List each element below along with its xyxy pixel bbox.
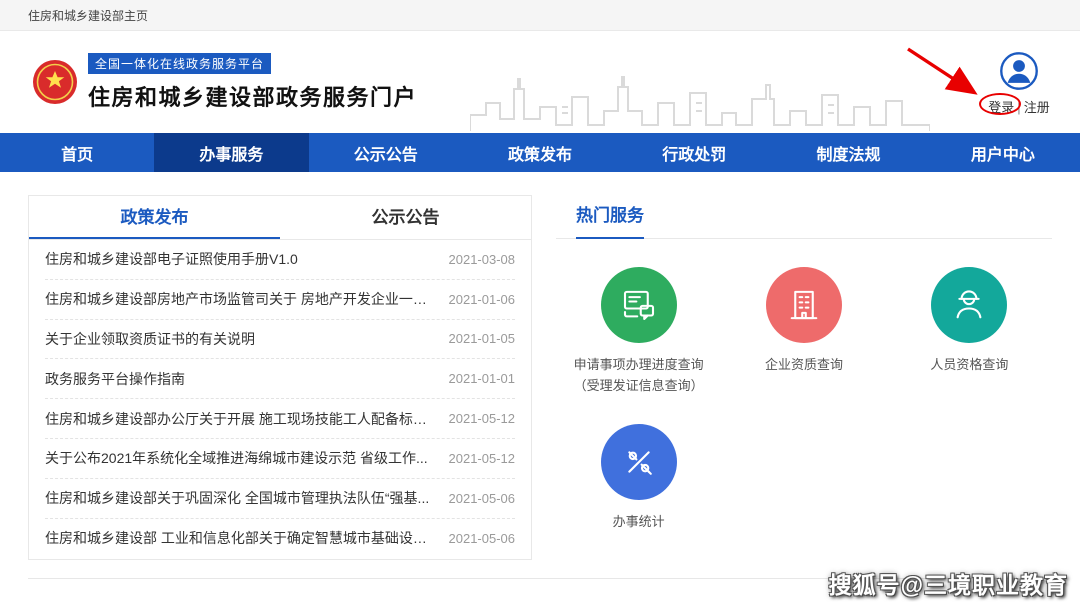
news-title: 住房和城乡建设部房地产市场监管司关于 房地产开发企业一级... [45, 289, 435, 309]
news-date: 2021-05-06 [449, 531, 516, 546]
services-grid: 申请事项办理进度查询 （受理发证信息查询） 企业资质查询 [556, 239, 1052, 532]
top-utility-bar: 住房和城乡建设部主页 [0, 0, 1080, 31]
hot-services-panel: 热门服务 申请事项办理进度查询 （受理发证信息查询） [556, 195, 1052, 560]
nav-item-regulations[interactable]: 制度法规 [771, 133, 925, 172]
tab-policy-release[interactable]: 政策发布 [29, 196, 280, 239]
login-link[interactable]: 登录 [988, 100, 1014, 115]
site-title-block: 全国一体化在线政务服务平台 住房和城乡建设部政务服务门户 [88, 53, 417, 112]
news-title: 住房和城乡建设部电子证照使用手册V1.0 [45, 249, 435, 269]
nav-item-home[interactable]: 首页 [0, 133, 154, 172]
enterprise-qualification-icon [766, 267, 842, 343]
auth-divider: | [1017, 100, 1020, 115]
tab-public-notice[interactable]: 公示公告 [280, 196, 531, 239]
main-nav: 首页 办事服务 公示公告 政策发布 行政处罚 制度法规 用户中心 [0, 133, 1080, 172]
news-title: 住房和城乡建设部办公厅关于开展 施工现场技能工人配备标准... [45, 409, 435, 429]
progress-query-icon [601, 267, 677, 343]
news-list: 住房和城乡建设部电子证照使用手册V1.0 2021-03-08 住房和城乡建设部… [29, 240, 531, 558]
news-title: 关于公布2021年系统化全域推进海绵城市建设示范 省级工作... [45, 448, 435, 468]
news-list-item[interactable]: 住房和城乡建设部办公厅关于开展 施工现场技能工人配备标准... 2021-05-… [45, 399, 515, 439]
news-date: 2021-01-05 [449, 331, 516, 346]
statistics-icon [601, 424, 677, 500]
news-list-item[interactable]: 关于企业领取资质证书的有关说明 2021-01-05 [45, 320, 515, 360]
national-emblem-logo [32, 59, 78, 105]
main-content: 政策发布 公示公告 住房和城乡建设部电子证照使用手册V1.0 2021-03-0… [0, 172, 1080, 560]
nav-item-user-center[interactable]: 用户中心 [926, 133, 1080, 172]
news-title: 政务服务平台操作指南 [45, 369, 435, 389]
news-date: 2021-05-12 [449, 411, 516, 426]
news-list-item[interactable]: 政务服务平台操作指南 2021-01-01 [45, 359, 515, 399]
news-list-item[interactable]: 关于公布2021年系统化全域推进海绵城市建设示范 省级工作... 2021-05… [45, 439, 515, 479]
news-title: 住房和城乡建设部关于巩固深化 全国城市管理执法队伍“强基... [45, 488, 435, 508]
service-label: 人员资格查询 [930, 355, 1008, 375]
user-avatar-icon[interactable] [999, 51, 1039, 91]
service-label: 申请事项办理进度查询 [574, 355, 704, 375]
service-sublabel: （受理发证信息查询） [574, 375, 704, 394]
news-list-item[interactable]: 住房和城乡建设部关于巩固深化 全国城市管理执法队伍“强基... 2021-05-… [45, 479, 515, 519]
service-progress-query[interactable]: 申请事项办理进度查询 （受理发证信息查询） [556, 267, 721, 394]
hot-services-header: 热门服务 [556, 195, 1052, 239]
personnel-qualification-icon [931, 267, 1007, 343]
news-date: 2021-05-06 [449, 491, 516, 506]
site-title: 住房和城乡建设部政务服务门户 [88, 80, 417, 112]
site-header: 全国一体化在线政务服务平台 住房和城乡建设部政务服务门户 登录| 注册 [0, 31, 1080, 133]
nav-item-public-notice[interactable]: 公示公告 [309, 133, 463, 172]
user-area: 登录| 注册 [982, 51, 1056, 116]
ministry-home-link[interactable]: 住房和城乡建设部主页 [28, 7, 148, 24]
news-title: 住房和城乡建设部 工业和信息化部关于确定智慧城市基础设施... [45, 528, 435, 548]
nav-item-admin-penalty[interactable]: 行政处罚 [617, 133, 771, 172]
news-title: 关于企业领取资质证书的有关说明 [45, 329, 435, 349]
news-date: 2021-01-06 [449, 292, 516, 307]
news-date: 2021-01-01 [449, 371, 516, 386]
hot-services-title: 热门服务 [576, 195, 644, 239]
news-list-item[interactable]: 住房和城乡建设部电子证照使用手册V1.0 2021-03-08 [45, 240, 515, 280]
platform-badge: 全国一体化在线政务服务平台 [88, 53, 271, 74]
service-enterprise-qualification[interactable]: 企业资质查询 [721, 267, 886, 394]
news-tabs: 政策发布 公示公告 [29, 196, 531, 240]
watermark: 搜狐号@三境职业教育 [829, 566, 1068, 600]
news-panel: 政策发布 公示公告 住房和城乡建设部电子证照使用手册V1.0 2021-03-0… [28, 195, 532, 560]
skyline-graphic [470, 69, 930, 133]
service-label: 办事统计 [613, 512, 665, 532]
nav-item-policy-release[interactable]: 政策发布 [463, 133, 617, 172]
news-date: 2021-03-08 [449, 252, 516, 267]
news-list-item[interactable]: 住房和城乡建设部房地产市场监管司关于 房地产开发企业一级... 2021-01-… [45, 280, 515, 320]
auth-links: 登录| 注册 [982, 97, 1056, 116]
service-label: 企业资质查询 [765, 355, 843, 375]
service-personnel-qualification[interactable]: 人员资格查询 [887, 267, 1052, 394]
register-link[interactable]: 注册 [1024, 100, 1050, 115]
news-list-item[interactable]: 住房和城乡建设部 工业和信息化部关于确定智慧城市基础设施... 2021-05-… [45, 519, 515, 559]
news-date: 2021-05-12 [449, 451, 516, 466]
service-statistics[interactable]: 办事统计 [556, 424, 721, 532]
nav-item-services[interactable]: 办事服务 [154, 133, 308, 172]
